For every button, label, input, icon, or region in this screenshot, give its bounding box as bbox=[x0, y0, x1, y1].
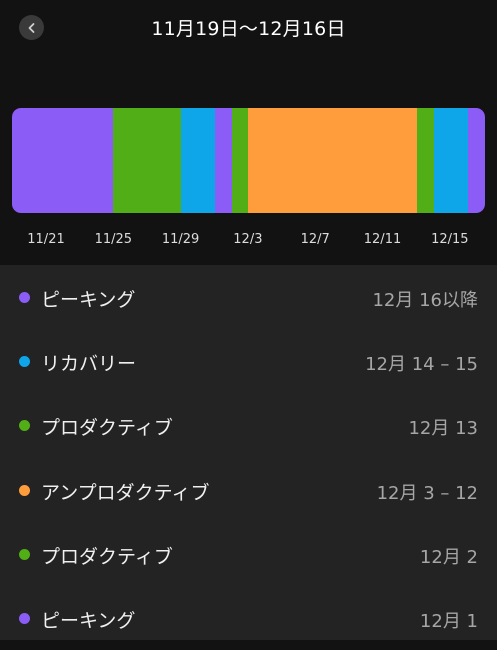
list-item-date: 12月 1 bbox=[419, 611, 478, 632]
list-item-label: リカバリー bbox=[41, 353, 137, 375]
timeline-segment bbox=[12, 108, 114, 213]
list-item[interactable]: リカバリー 12月 14 – 15 bbox=[0, 329, 497, 393]
header: 11月19日～12月16日 11/21 11/25 11/29 12/3 12/7 12/… bbox=[0, 0, 497, 265]
list-item-date: 12月 16以降 bbox=[372, 290, 478, 311]
axis-tick-label: 11/25 bbox=[94, 232, 133, 247]
timeline-segment bbox=[214, 108, 232, 213]
list-item-label: ピーキング bbox=[41, 610, 136, 632]
axis-tick-label: 12/15 bbox=[431, 232, 469, 247]
list-item-date: 12月 2 bbox=[419, 547, 478, 568]
timeline-axis: 11/21 11/25 11/29 12/3 12/7 12/11 12/15 bbox=[0, 232, 497, 250]
list-item-label: ピーキング bbox=[41, 289, 136, 311]
timeline-segment bbox=[113, 108, 181, 213]
status-dot-icon bbox=[19, 356, 30, 367]
list-item-label: プロダクティブ bbox=[41, 546, 173, 568]
axis-tick-label: 12/3 bbox=[233, 232, 263, 247]
axis-tick-label: 12/7 bbox=[300, 232, 330, 247]
timeline-segment bbox=[180, 108, 215, 213]
axis-tick-label: 12/11 bbox=[363, 232, 402, 247]
list-item[interactable]: プロダクティブ 12月 13 bbox=[0, 393, 497, 457]
list-item[interactable]: プロダクティブ 12月 2 bbox=[0, 522, 497, 586]
list-item[interactable]: ピーキング 12月 16以降 bbox=[0, 265, 497, 329]
status-dot-icon bbox=[19, 420, 30, 431]
timeline-segment bbox=[468, 108, 485, 213]
page-title: 11月19日～12月16日 bbox=[151, 18, 346, 40]
timeline-segment bbox=[417, 108, 435, 213]
status-dot-icon bbox=[19, 485, 30, 496]
status-dot-icon bbox=[19, 549, 30, 560]
state-list: ピーキング 12月 16以降リカバリー 12月 14 – 15 プロダクティブ 12月 … bbox=[0, 265, 497, 640]
list-item[interactable]: アンプロダクティブ 12月 3 – 12 bbox=[0, 458, 497, 522]
axis-tick-label: 11/29 bbox=[161, 232, 200, 247]
axis-tick-label: 11/21 bbox=[27, 232, 65, 247]
list-item-date: 12月 3 – 12 bbox=[376, 483, 478, 504]
status-dot-icon bbox=[19, 292, 30, 303]
timeline-segment bbox=[434, 108, 469, 213]
status-dot-icon bbox=[19, 613, 30, 624]
timeline-segment bbox=[231, 108, 249, 213]
list-item-date: 12月 13 bbox=[408, 418, 478, 439]
list-item-label: アンプロダクティブ bbox=[41, 482, 210, 504]
list-item-label: プロダクティブ bbox=[41, 417, 173, 439]
list-item-date: 12月 14 – 15 bbox=[365, 354, 478, 375]
list-item[interactable]: ピーキング 12月 1 bbox=[0, 586, 497, 650]
timeline-segment bbox=[248, 108, 418, 213]
timeline-bar bbox=[12, 108, 485, 213]
